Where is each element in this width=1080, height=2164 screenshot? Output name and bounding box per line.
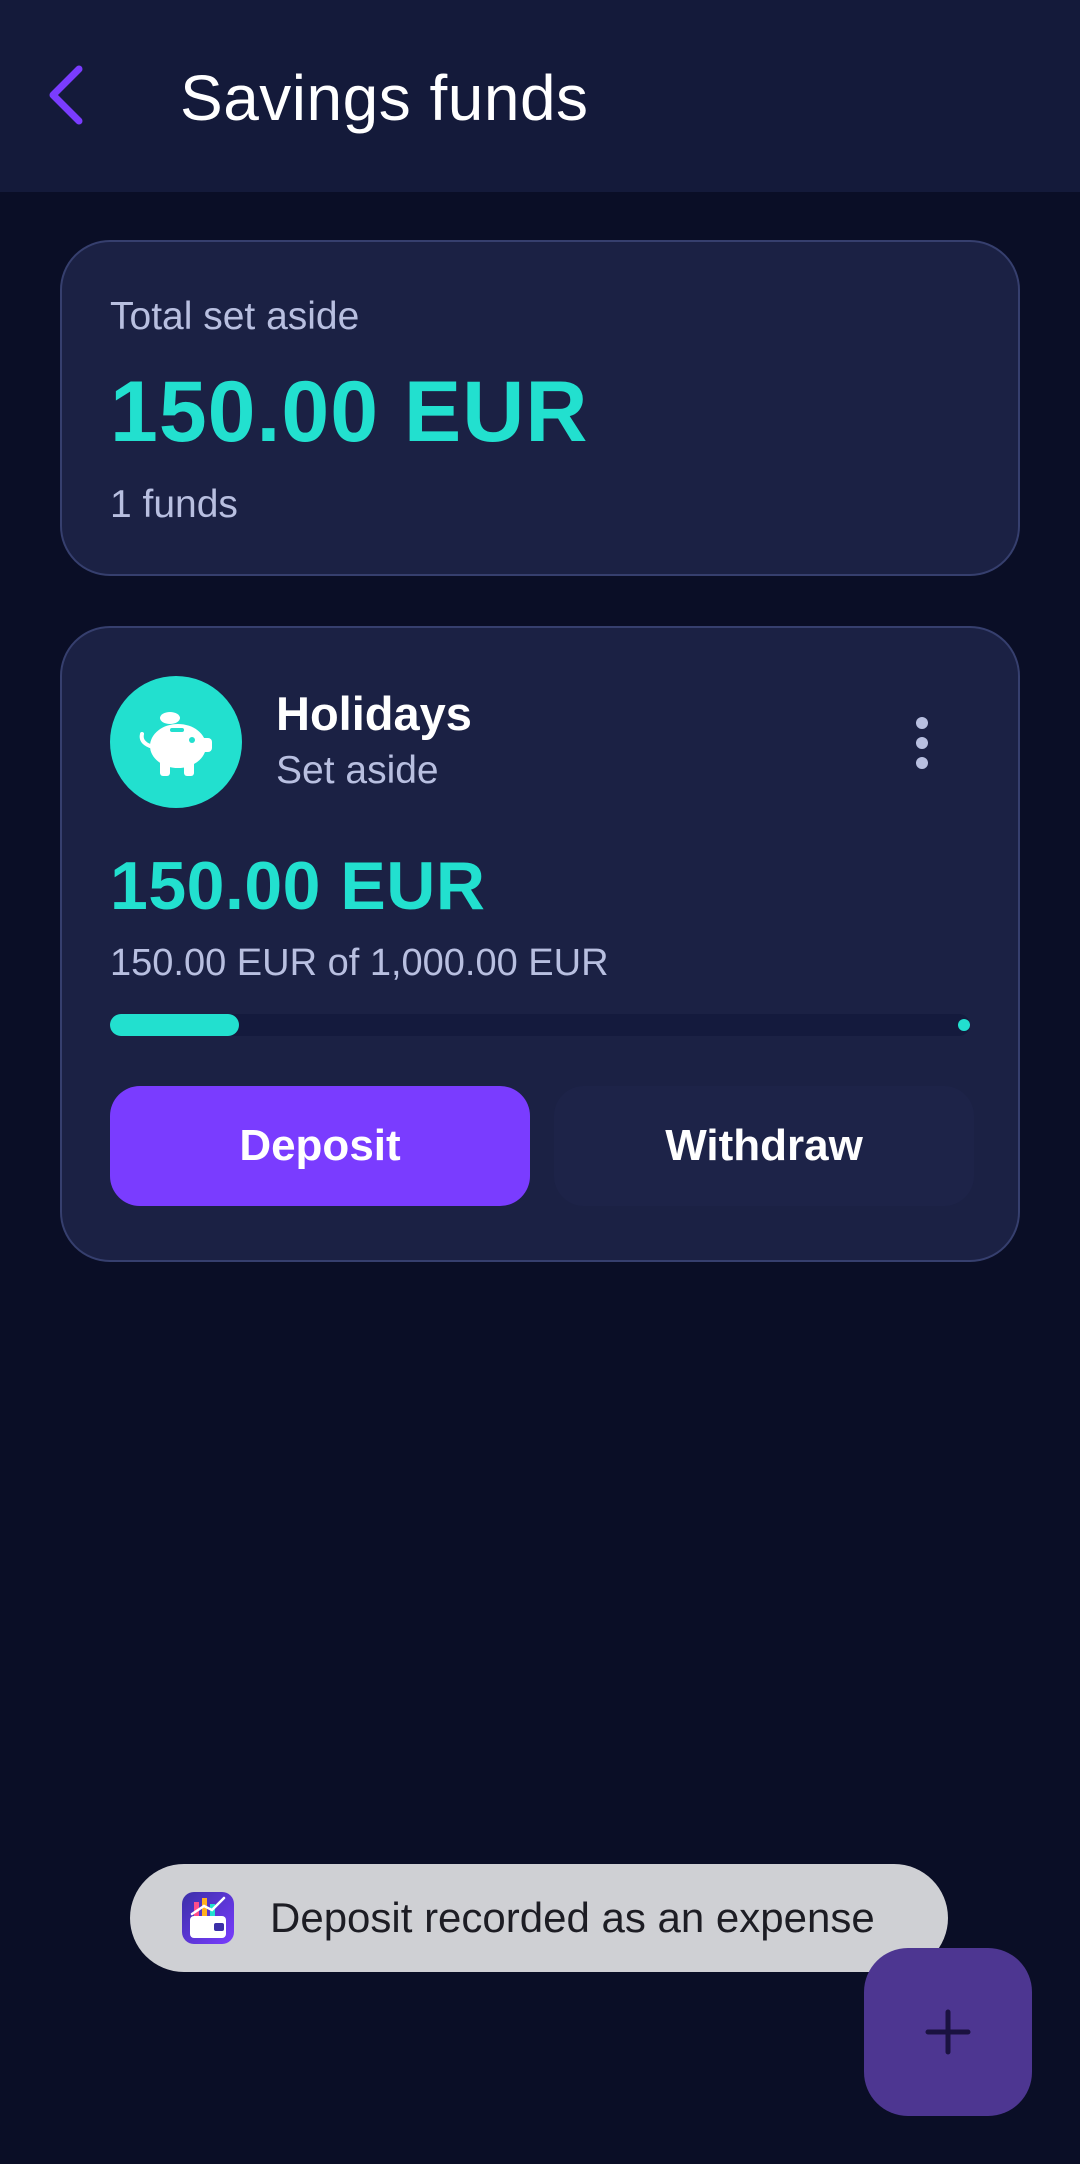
progress-fill: [110, 1014, 239, 1036]
more-options-button[interactable]: [882, 698, 962, 788]
app-bar: Savings funds: [0, 0, 1080, 192]
plus-icon: [925, 2009, 971, 2055]
fund-progress-bar: [110, 1014, 970, 1036]
toast-message: Deposit recorded as an expense: [270, 1894, 875, 1941]
add-fund-button[interactable]: [864, 1948, 1032, 2116]
deposit-button[interactable]: Deposit: [110, 1086, 530, 1206]
fund-progress-text: 150.00 EUR of 1,000.00 EUR: [110, 942, 609, 984]
fund-card[interactable]: Holidays Set aside 150.00 EUR 150.00 EUR…: [60, 626, 1020, 1262]
fund-name: Holidays: [276, 687, 472, 740]
toast-notification: Deposit recorded as an expense: [130, 1864, 948, 1972]
summary-card: Total set aside 150.00 EUR 1 funds: [60, 240, 1020, 576]
progress-end-dot: [958, 1019, 970, 1031]
fund-status: Set aside: [276, 749, 439, 792]
piggy-bank-icon: [139, 712, 212, 776]
more-vertical-icon: [916, 717, 928, 769]
summary-amount: 150.00 EUR: [110, 364, 589, 460]
summary-fund-count: 1 funds: [110, 483, 238, 526]
summary-label: Total set aside: [110, 295, 360, 338]
page-title: Savings funds: [180, 62, 589, 134]
chevron-left-icon: [49, 65, 83, 125]
fund-amount: 150.00 EUR: [110, 848, 486, 924]
withdraw-button[interactable]: Withdraw: [554, 1086, 974, 1206]
fund-avatar: [110, 676, 242, 808]
app-wallet-icon: [182, 1892, 234, 1944]
back-button[interactable]: [30, 50, 100, 140]
